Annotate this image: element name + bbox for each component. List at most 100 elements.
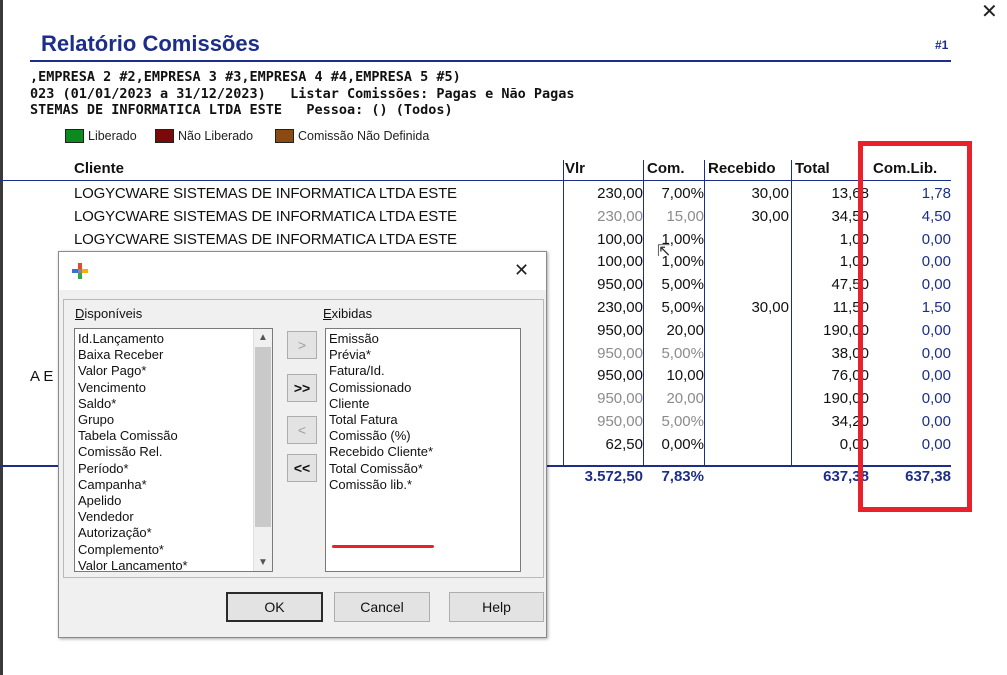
- annotation-red-underline: [332, 545, 434, 548]
- cell-cliente: LOGYCWARE SISTEMAS DE INFORMATICA LTDA E…: [74, 230, 457, 248]
- cell-vlr: 950,00: [597, 390, 643, 408]
- shown-label: Exibidas: [323, 306, 372, 321]
- scroll-down-icon[interactable]: ▼: [254, 554, 272, 571]
- available-column-item[interactable]: Campanha*: [78, 477, 188, 493]
- legend-swatch: [65, 129, 84, 143]
- available-column-item[interactable]: Complemento*: [78, 542, 188, 558]
- shown-column-item[interactable]: Comissionado: [329, 380, 433, 396]
- available-column-item[interactable]: Comissão Rel.: [78, 444, 188, 460]
- scroll-thumb[interactable]: [255, 347, 271, 527]
- available-column-item[interactable]: Tabela Comissão: [78, 428, 188, 444]
- cell-com: 20,00: [666, 390, 704, 408]
- mouse-cursor-icon: ⇱: [657, 243, 671, 260]
- col-header-total: Total: [795, 160, 830, 177]
- cell-vlr: 230,00: [597, 207, 643, 225]
- report-title: Relatório Comissões: [41, 31, 260, 56]
- available-column-item[interactable]: Vendedor: [78, 509, 188, 525]
- available-list-scrollbar[interactable]: ▲ ▼: [253, 329, 272, 571]
- help-button[interactable]: Help: [449, 592, 544, 622]
- legend-item-nao-liberado: Não Liberado: [155, 127, 253, 145]
- dialog-close-icon[interactable]: ✕: [514, 260, 529, 281]
- dialog-titlebar[interactable]: ✕: [59, 252, 546, 290]
- available-label-text: isponíveis: [84, 306, 143, 321]
- legend-swatch: [275, 129, 294, 143]
- shown-columns-list[interactable]: Emissão Prévia* Fatura/Id. Comissionado Clie…: [325, 328, 521, 572]
- available-label-mnemonic: D: [75, 306, 85, 321]
- cell-vlr: 950,00: [597, 276, 643, 294]
- available-column-item[interactable]: Vencimento: [78, 380, 188, 396]
- cell-cliente: LOGYCWARE SISTEMAS DE INFORMATICA LTDA E…: [74, 185, 457, 202]
- shown-label-text: xibidas: [331, 306, 373, 321]
- scroll-up-icon[interactable]: ▲: [254, 329, 272, 346]
- total-com: 7,83%: [661, 468, 704, 485]
- available-column-item[interactable]: Autorização*: [78, 525, 188, 541]
- legend-label: Liberado: [88, 129, 137, 143]
- cell-recebido: 30,00: [751, 185, 789, 202]
- legend-swatch: [155, 129, 174, 143]
- shown-column-item[interactable]: Recebido Cliente*: [329, 444, 433, 460]
- cell-recebido: 30,00: [751, 207, 789, 225]
- total-vlr: 3.572,50: [584, 468, 643, 485]
- cell-com: 5,00%: [661, 413, 704, 430]
- columns-group: Disponíveis Exibidas Id.Lançamento Baixa …: [63, 299, 544, 578]
- available-column-item[interactable]: Id.Lançamento: [78, 331, 188, 347]
- move-right-button[interactable]: >: [287, 331, 317, 359]
- shown-column-item[interactable]: Cliente: [329, 396, 433, 412]
- move-all-left-button[interactable]: <<: [287, 454, 317, 482]
- table-row: LOGYCWARE SISTEMAS DE INFORMATICA LTDA E…: [0, 231, 960, 253]
- available-column-item[interactable]: Apelido: [78, 493, 188, 509]
- shown-column-item[interactable]: Comissão lib.*: [329, 477, 433, 493]
- table-header-divider: [0, 180, 951, 181]
- available-column-item[interactable]: Saldo*: [78, 396, 188, 412]
- cell-vlr: 950,00: [597, 344, 643, 362]
- column-chooser-dialog: ✕ Disponíveis Exibidas Id.Lançamento Baix…: [58, 251, 547, 638]
- legend-item-liberado: Liberado: [65, 127, 137, 145]
- table-row: LOGYCWARE SISTEMAS DE INFORMATICA LTDA E…: [0, 208, 960, 230]
- cell-vlr: 62,50: [605, 435, 643, 453]
- cell-com: 5,00%: [661, 299, 704, 316]
- legend-label: Não Liberado: [178, 129, 254, 143]
- available-column-item[interactable]: Valor Pago*: [78, 363, 188, 379]
- cell-com: 0,00%: [661, 435, 704, 453]
- table-row: LOGYCWARE SISTEMAS DE INFORMATICA LTDA E…: [0, 185, 960, 207]
- shown-column-item[interactable]: Total Comissão*: [329, 461, 433, 477]
- info-companies: ,EMPRESA 2 #2,EMPRESA 3 #3,EMPRESA 4 #4,…: [30, 69, 461, 85]
- col-header-com: Com.: [647, 160, 685, 177]
- cell-vlr: 100,00: [597, 253, 643, 271]
- cell-vlr: 100,00: [597, 230, 643, 248]
- ok-button[interactable]: OK: [226, 592, 323, 622]
- available-column-item[interactable]: Período*: [78, 461, 188, 477]
- shown-column-item[interactable]: Fatura/Id.: [329, 363, 433, 379]
- available-columns-list[interactable]: Id.Lançamento Baixa Receber Valor Pago* Ven…: [74, 328, 273, 572]
- legend-item-nao-definida: Comissão Não Definida: [275, 127, 429, 145]
- cell-com: 10,00: [666, 367, 704, 385]
- move-all-right-button[interactable]: >>: [287, 374, 317, 402]
- info-period: 023 (01/01/2023 a 31/12/2023) Listar Com…: [30, 86, 575, 102]
- cell-vlr: 950,00: [597, 321, 643, 339]
- available-column-item[interactable]: Baixa Receber: [78, 347, 188, 363]
- col-header-cliente: Cliente: [74, 160, 125, 177]
- move-left-button[interactable]: <: [287, 416, 317, 444]
- cell-vlr: 230,00: [597, 299, 643, 316]
- shown-column-item[interactable]: Total Fatura: [329, 412, 433, 428]
- highlight-com-lib-box: [858, 141, 972, 512]
- available-column-item[interactable]: Grupo: [78, 412, 188, 428]
- shown-column-item[interactable]: Prévia*: [329, 347, 433, 363]
- cell-com: 7,00%: [661, 185, 704, 202]
- cell-vlr: 230,00: [597, 185, 643, 202]
- cell-cliente: LOGYCWARE SISTEMAS DE INFORMATICA LTDA E…: [74, 207, 457, 225]
- cell-vlr: 950,00: [597, 413, 643, 430]
- available-column-item[interactable]: Valor Lancamento*: [78, 558, 188, 571]
- cell-com: 15,00: [666, 207, 704, 225]
- info-client: STEMAS DE INFORMATICA LTDA ESTE Pessoa: …: [30, 102, 453, 118]
- page-number: #1: [935, 38, 949, 52]
- truncated-client-text: A E: [30, 368, 54, 385]
- shown-label-mnemonic: E: [323, 306, 332, 321]
- shown-column-item[interactable]: Emissão: [329, 331, 433, 347]
- cell-recebido: 30,00: [751, 299, 789, 316]
- cancel-button[interactable]: Cancel: [334, 592, 430, 622]
- shown-column-item[interactable]: Comissão (%): [329, 428, 433, 444]
- window-close-icon[interactable]: ✕: [981, 2, 998, 22]
- available-label: Disponíveis: [75, 306, 142, 321]
- header-divider: [30, 60, 951, 62]
